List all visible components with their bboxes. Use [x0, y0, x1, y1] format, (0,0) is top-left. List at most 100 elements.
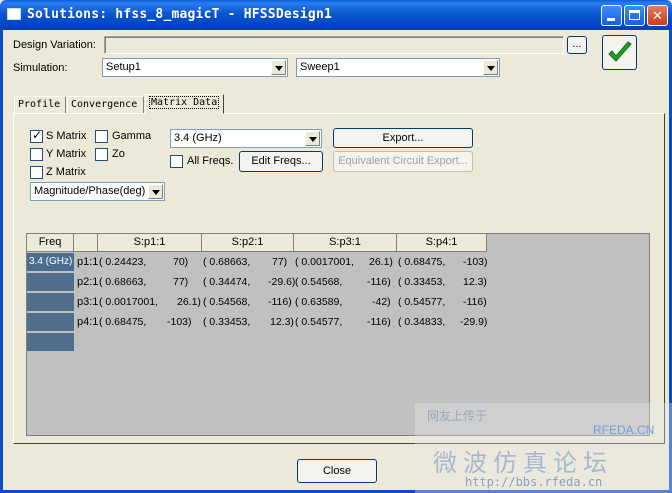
chevron-down-icon[interactable]: [305, 131, 320, 146]
table-cell-phase: 12.3): [270, 316, 294, 328]
table-cell-mag: ( 0.54577,: [295, 316, 343, 328]
chevron-down-icon[interactable]: [483, 60, 498, 75]
setup-value: Setup1: [106, 61, 141, 73]
watermark-forum-name: 微波仿真论坛: [433, 450, 613, 477]
column-header-s-p1-1[interactable]: S:p1:1: [98, 234, 202, 252]
table-cell-phase: 26.1): [177, 296, 201, 308]
freq-cell[interactable]: [27, 273, 74, 292]
tab-label: Convergence: [71, 99, 138, 110]
freq-column-header[interactable]: Freq: [27, 234, 74, 252]
close-icon: ✕: [652, 8, 663, 23]
gamma-checkbox[interactable]: [95, 130, 108, 143]
watermark-upload-text: 网友上传于: [427, 409, 488, 423]
row-label: p4:1: [77, 316, 99, 328]
setup-select[interactable]: Setup1: [102, 58, 288, 77]
chevron-down-icon[interactable]: [148, 184, 163, 199]
close-window-button[interactable]: ✕: [647, 5, 668, 26]
title-bar[interactable]: Solutions: hfss_8_magicT - HFSSDesign1 ✕: [0, 0, 672, 30]
design-variation-field[interactable]: [104, 36, 564, 54]
table-cell-mag: ( 0.68663,: [99, 276, 147, 288]
freq-cell[interactable]: [27, 333, 74, 352]
table-cell-mag: ( 0.0017001,: [99, 296, 158, 308]
frequency-select[interactable]: 3.4 (GHz): [170, 129, 322, 148]
all-freqs-checkbox[interactable]: [170, 155, 183, 168]
z-matrix-label: Z Matrix: [46, 166, 86, 178]
table-cell-phase: -116): [367, 316, 391, 328]
all-freqs-label: All Freqs.: [187, 155, 234, 167]
table-cell-mag: ( 0.34474,: [203, 276, 251, 288]
format-select[interactable]: Magnitude/Phase(deg): [30, 182, 165, 201]
browse-variation-button[interactable]: ...: [567, 36, 587, 54]
table-cell-mag: ( 0.63589,: [295, 296, 343, 308]
window-title: Solutions: hfss_8_magicT - HFSSDesign1: [27, 7, 333, 22]
y-matrix-label: Y Matrix: [46, 148, 87, 160]
table-cell-phase: -103): [463, 256, 488, 268]
checkbox-check-icon: ✓: [32, 128, 43, 142]
table-cell-mag: ( 0.54568,: [295, 276, 343, 288]
table-cell-phase: 70): [173, 256, 189, 268]
checkmark-icon: [608, 41, 632, 62]
minimize-icon: [607, 18, 615, 21]
table-cell-phase: 77): [272, 256, 288, 268]
zo-checkbox[interactable]: [95, 148, 108, 161]
tab-matrix-data[interactable]: Matrix Data: [145, 94, 224, 114]
freq-cell-selected[interactable]: 3.4 (GHz): [27, 253, 74, 272]
row-label: p2:1: [77, 276, 99, 288]
window-icon: [7, 8, 21, 20]
table-cell-phase: -103): [167, 316, 192, 328]
design-variation-label: Design Variation:: [13, 39, 96, 51]
table-cell-phase: -42): [372, 296, 391, 308]
maximize-button[interactable]: [624, 5, 645, 26]
maximize-icon: [629, 10, 640, 20]
table-cell-mag: ( 0.68475,: [99, 316, 147, 328]
z-matrix-checkbox[interactable]: [30, 166, 43, 179]
tab-convergence[interactable]: Convergence: [67, 96, 144, 113]
zo-label: Zo: [112, 148, 125, 160]
row-label: p1:1: [77, 256, 99, 268]
simulation-label: Simulation:: [13, 62, 68, 74]
table-cell-mag: ( 0.68663,: [203, 256, 251, 268]
table-cell-mag: ( 0.0017001,: [295, 256, 354, 268]
watermark-brand: RFEDA.CN: [593, 423, 655, 437]
close-button[interactable]: Close: [297, 459, 377, 483]
table-cell-mag: ( 0.33453,: [203, 316, 251, 328]
gamma-label: Gamma: [112, 130, 152, 142]
sweep-value: Sweep1: [300, 61, 340, 73]
column-header-s-p2-1[interactable]: S:p2:1: [202, 234, 294, 252]
equivalent-circuit-export-button[interactable]: Equivalent Circuit Export...: [333, 151, 473, 172]
watermark: 网友上传于 RFEDA.CN 微波仿真论坛 http://bbs.rfeda.c…: [415, 403, 672, 493]
edit-freqs-button[interactable]: Edit Freqs...: [239, 151, 323, 172]
tab-profile[interactable]: Profile: [14, 96, 66, 113]
table-cell-phase: -29.6): [268, 276, 296, 288]
y-matrix-checkbox[interactable]: [30, 148, 43, 161]
column-header-s-p4-1[interactable]: S:p4:1: [397, 234, 487, 252]
table-cell-phase: -116): [463, 296, 487, 308]
table-cell-mag: ( 0.54568,: [203, 296, 251, 308]
export-button[interactable]: Export...: [333, 128, 473, 148]
frequency-value: 3.4 (GHz): [174, 132, 222, 144]
minimize-button[interactable]: [601, 5, 622, 26]
s-matrix-checkbox[interactable]: ✓: [30, 128, 43, 143]
table-cell-mag: ( 0.33453,: [398, 276, 446, 288]
row-label: p3:1: [77, 296, 99, 308]
table-cell-phase: 12.3): [463, 276, 487, 288]
table-cell-phase: 77): [173, 276, 189, 288]
chevron-down-icon[interactable]: [271, 60, 286, 75]
table-cell-mag: ( 0.34833,: [398, 316, 446, 328]
watermark-url: http://bbs.rfeda.cn: [465, 475, 603, 489]
column-header-s-p3-1[interactable]: S:p3:1: [294, 234, 397, 252]
row-label-column-header: [74, 234, 98, 252]
format-value: Magnitude/Phase(deg): [34, 185, 146, 197]
freq-cell[interactable]: [27, 293, 74, 312]
table-cell-phase: 26.1): [369, 256, 393, 268]
table-cell-mag: ( 0.54577,: [398, 296, 446, 308]
table-cell-mag: ( 0.68475,: [398, 256, 446, 268]
sweep-select[interactable]: Sweep1: [296, 58, 500, 77]
freq-cell[interactable]: [27, 313, 74, 332]
table-cell-phase: -116): [268, 296, 292, 308]
table-cell-phase: -29.9): [460, 316, 488, 328]
table-cell-phase: -116): [367, 276, 391, 288]
tab-label: Profile: [18, 99, 61, 110]
s-matrix-label: S Matrix: [46, 130, 87, 142]
ok-check-button[interactable]: [602, 35, 637, 70]
